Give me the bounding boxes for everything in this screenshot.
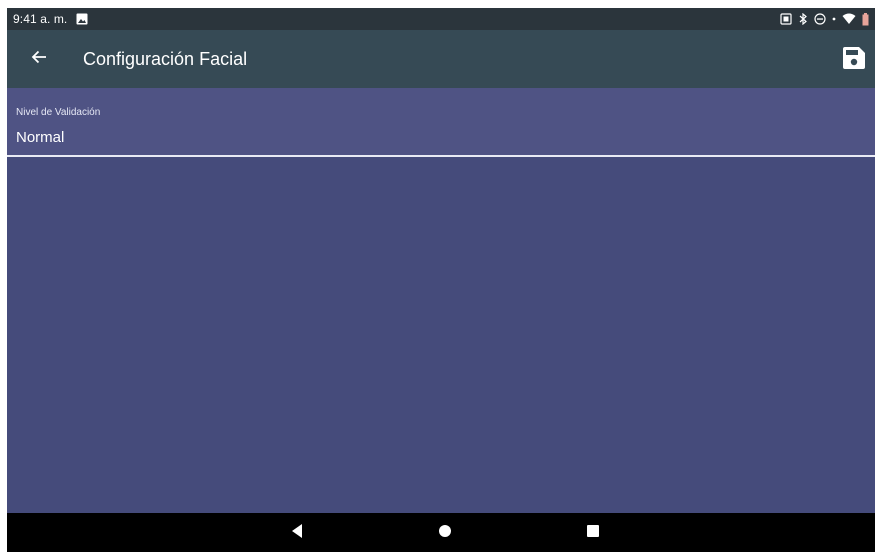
triangle-left-icon <box>290 523 304 544</box>
field-label: Nivel de Validación <box>16 107 101 118</box>
nav-back-button[interactable] <box>287 523 307 543</box>
bluetooth-icon <box>798 13 808 25</box>
nav-recents-button[interactable] <box>583 523 603 543</box>
status-bar: 9:41 a. m. <box>7 8 875 30</box>
circle-icon <box>438 524 452 543</box>
field-value[interactable]: Normal <box>16 129 64 146</box>
nav-home-button[interactable] <box>435 523 455 543</box>
validation-level-field[interactable]: Nivel de Validación Normal <box>7 88 875 157</box>
app-screen: 9:41 a. m. Configuración Facial Nivel de… <box>7 8 875 552</box>
navigation-bar <box>7 513 875 552</box>
status-icons <box>780 8 869 30</box>
square-icon <box>586 524 600 543</box>
do-not-disturb-icon <box>814 13 826 25</box>
image-icon <box>76 13 88 25</box>
dot-icon <box>832 13 836 25</box>
battery-icon <box>862 12 869 26</box>
page-title: Configuración Facial <box>83 48 248 69</box>
floppy-disk-icon <box>842 46 866 75</box>
field-underline <box>7 155 875 157</box>
save-button[interactable] <box>837 43 871 77</box>
arrow-left-icon <box>31 49 47 70</box>
vibrate-icon <box>780 13 792 25</box>
app-bar: Configuración Facial <box>7 30 875 88</box>
status-time: 9:41 a. m. <box>13 12 68 26</box>
wifi-icon <box>842 13 856 25</box>
back-button[interactable] <box>15 35 63 83</box>
